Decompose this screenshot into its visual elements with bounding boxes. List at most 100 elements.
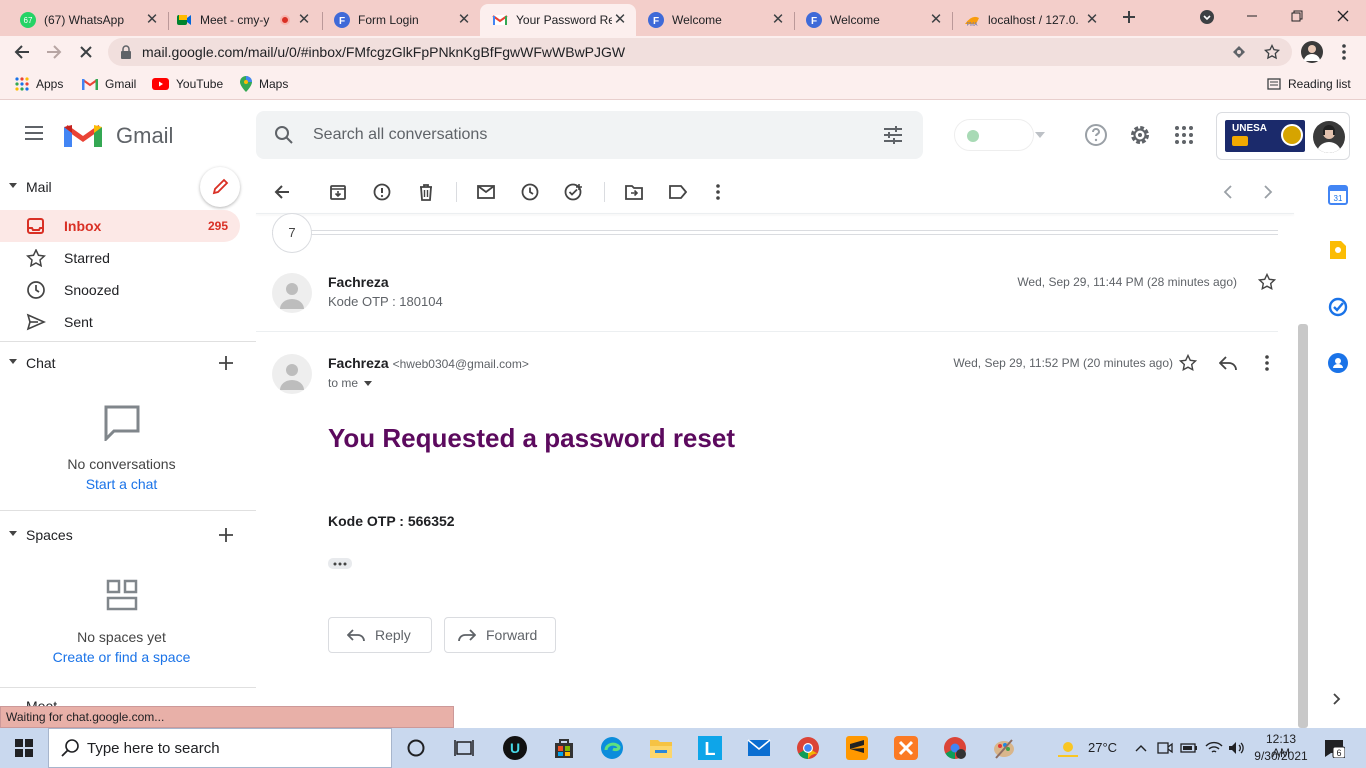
search-input[interactable]: Search all conversations (313, 126, 487, 144)
show-trimmed-content-button[interactable] (328, 558, 352, 569)
wifi-icon[interactable] (1202, 736, 1226, 760)
message-more-options-icon[interactable] (1265, 355, 1269, 371)
taskbar-search-box[interactable]: Type here to search (48, 728, 392, 768)
sublime-text-icon[interactable] (845, 736, 869, 760)
mail-app-icon[interactable] (747, 736, 771, 760)
tab-meet[interactable]: Meet - cmy-y ✕ (164, 4, 320, 36)
cortana-icon[interactable] (404, 736, 428, 760)
file-explorer-icon[interactable] (649, 736, 673, 760)
close-tab-icon[interactable]: ✕ (456, 12, 472, 28)
account-avatar[interactable] (1313, 121, 1345, 153)
new-tab-icon[interactable] (1117, 5, 1141, 29)
compose-button[interactable] (200, 167, 240, 207)
snooze-clock-icon[interactable] (518, 180, 542, 204)
edge-browser-icon[interactable] (600, 736, 624, 760)
recipient-details[interactable]: to me (328, 376, 373, 390)
clock-date[interactable]: 9/30/2021 (1251, 749, 1311, 763)
close-tab-icon[interactable]: ✕ (1084, 12, 1100, 28)
tasks-icon[interactable] (1328, 297, 1348, 317)
weather-temperature[interactable]: 27°C (1088, 740, 1117, 755)
message-collapsed[interactable]: Fachreza Kode OTP : 180104 Wed, Sep 29, … (256, 262, 1278, 332)
tab-phpmyadmin[interactable]: PMA localhost / 127.0. ✕ (952, 4, 1108, 36)
close-window-icon[interactable] (1331, 4, 1355, 28)
close-tab-icon[interactable]: ✕ (144, 12, 160, 28)
stop-loading-icon[interactable] (74, 40, 98, 64)
bookmark-star-icon[interactable] (1264, 44, 1280, 60)
main-menu-icon[interactable] (24, 125, 44, 141)
collapsed-count-button[interactable]: 7 (272, 213, 312, 253)
close-tab-icon[interactable]: ✕ (296, 12, 312, 28)
contacts-icon[interactable] (1328, 353, 1348, 373)
tab-form-login[interactable]: F Form Login ✕ (322, 4, 480, 36)
xampp-icon[interactable] (894, 736, 918, 760)
l-app-icon[interactable]: L (698, 736, 722, 760)
restore-icon[interactable] (1285, 4, 1309, 28)
spaces-section-header[interactable]: Spaces (0, 521, 256, 549)
reading-list[interactable]: Reading list (1267, 76, 1351, 92)
browser-menu-icon[interactable] (1332, 40, 1356, 64)
calendar-icon[interactable]: 31 (1328, 185, 1348, 205)
chat-section-header[interactable]: Chat (0, 349, 256, 377)
bookmark-apps[interactable]: Apps (15, 76, 63, 92)
google-apps-icon[interactable] (1174, 125, 1194, 145)
sidebar-item-inbox[interactable]: Inbox 295 (0, 210, 240, 242)
bookmark-gmail[interactable]: Gmail (82, 76, 136, 92)
address-bar[interactable]: mail.google.com/mail/u/0/#inbox/FMfcgzGl… (108, 38, 1292, 66)
battery-icon[interactable] (1177, 736, 1201, 760)
scrollbar-thumb[interactable] (1298, 324, 1308, 728)
keep-icon[interactable] (1329, 240, 1347, 260)
new-space-plus-icon[interactable] (218, 527, 234, 543)
task-view-icon[interactable] (452, 736, 476, 760)
close-tab-icon[interactable]: ✕ (612, 12, 628, 28)
help-icon[interactable] (1084, 123, 1108, 147)
mark-unread-icon[interactable] (474, 180, 498, 204)
minimize-icon[interactable] (1240, 4, 1264, 28)
sidebar-item-sent[interactable]: Sent (0, 306, 240, 338)
notifications-icon[interactable]: 6 (1322, 736, 1346, 760)
sidebar-item-snoozed[interactable]: Snoozed (0, 274, 240, 306)
tab-welcome-1[interactable]: F Welcome ✕ (636, 4, 794, 36)
tab-search-icon[interactable] (1195, 5, 1219, 29)
create-space-link[interactable]: Create or find a space (0, 649, 243, 665)
reply-icon[interactable] (1219, 355, 1237, 371)
add-to-tasks-icon[interactable] (562, 180, 586, 204)
store-bag-icon[interactable] (552, 736, 576, 760)
label-icon[interactable] (666, 180, 690, 204)
archive-icon[interactable] (326, 180, 350, 204)
tab-welcome-2[interactable]: F Welcome ✕ (794, 4, 952, 36)
more-options-icon[interactable] (706, 180, 730, 204)
back-icon[interactable] (10, 40, 34, 64)
close-tab-icon[interactable]: ✕ (928, 12, 944, 28)
weather-sun-icon[interactable] (1056, 736, 1080, 760)
back-to-inbox-icon[interactable] (270, 180, 294, 204)
bookmark-youtube[interactable]: YouTube (152, 76, 223, 92)
profile-avatar[interactable] (1300, 40, 1324, 64)
close-tab-icon[interactable]: ✕ (770, 12, 786, 28)
report-spam-icon[interactable] (370, 180, 394, 204)
chrome-profile-icon[interactable] (943, 736, 967, 760)
reply-button[interactable]: Reply (328, 617, 432, 653)
chrome-icon[interactable] (796, 736, 820, 760)
status-selector[interactable] (954, 119, 1045, 151)
new-chat-plus-icon[interactable] (218, 355, 234, 371)
older-chevron-right-icon[interactable] (1256, 180, 1280, 204)
star-message-icon[interactable] (1258, 273, 1276, 291)
site-settings-icon[interactable] (1232, 45, 1246, 59)
account-switcher[interactable]: UNESA (1216, 112, 1350, 160)
show-hidden-icons-chevron-icon[interactable] (1129, 736, 1153, 760)
tab-whatsapp[interactable]: 67 (67) WhatsApp ✕ (8, 4, 168, 36)
volume-icon[interactable] (1225, 736, 1249, 760)
search-icon[interactable] (274, 125, 294, 145)
delete-trash-icon[interactable] (414, 180, 438, 204)
bookmark-maps[interactable]: Maps (240, 76, 288, 92)
meet-now-icon[interactable] (1153, 736, 1177, 760)
search-options-icon[interactable] (883, 125, 903, 145)
windows-start-icon[interactable] (12, 736, 36, 760)
upwork-app-icon[interactable]: U (503, 736, 527, 760)
move-to-icon[interactable] (622, 180, 646, 204)
settings-gear-icon[interactable] (1128, 123, 1152, 147)
newer-chevron-left-icon[interactable] (1216, 180, 1240, 204)
star-message-icon[interactable] (1179, 354, 1197, 372)
paint-app-icon[interactable] (992, 736, 1016, 760)
tab-your-password-reset[interactable]: Your Password Re ✕ (480, 4, 636, 36)
